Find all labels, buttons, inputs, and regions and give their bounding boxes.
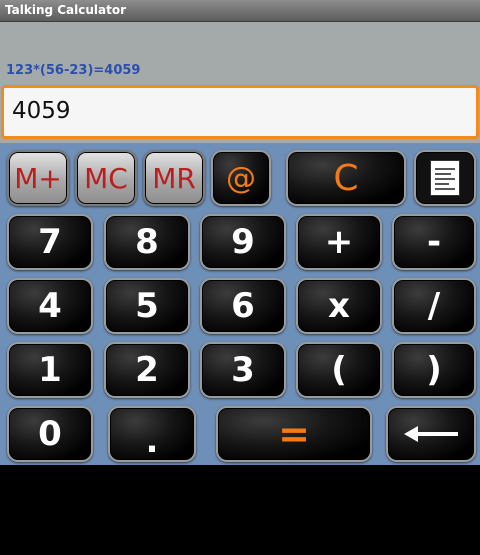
plus-button[interactable]: +	[296, 214, 382, 270]
digit-3-button[interactable]: 3	[200, 342, 286, 398]
digit-8-button[interactable]: 8	[104, 214, 190, 270]
divide-button[interactable]: /	[392, 278, 476, 334]
digit-4-button[interactable]: 4	[7, 278, 93, 334]
digit-6-button[interactable]: 6	[200, 278, 286, 334]
expression-text: 123*(56-23)=4059	[6, 63, 141, 78]
notepad-icon	[430, 160, 460, 196]
keypad: M+ MC MR @ C 7 8 9 + - 4 5 6 x / 1 2 3 (…	[0, 143, 480, 465]
close-paren-button[interactable]: )	[392, 342, 476, 398]
memory-add-button[interactable]: M+	[7, 150, 69, 206]
result-field[interactable]: 4059	[1, 85, 479, 139]
equals-button[interactable]: =	[216, 406, 372, 462]
clear-button[interactable]: C	[286, 150, 406, 206]
digit-0-button[interactable]: 0	[7, 406, 93, 462]
multiply-button[interactable]: x	[296, 278, 382, 334]
open-paren-button[interactable]: (	[296, 342, 382, 398]
digit-7-button[interactable]: 7	[7, 214, 93, 270]
history-button[interactable]	[414, 150, 476, 206]
digit-5-button[interactable]: 5	[104, 278, 190, 334]
minus-button[interactable]: -	[392, 214, 476, 270]
backspace-button[interactable]	[386, 406, 476, 462]
digit-1-button[interactable]: 1	[7, 342, 93, 398]
title-bar: Talking Calculator	[0, 0, 480, 22]
at-button[interactable]: @	[211, 150, 271, 206]
digit-9-button[interactable]: 9	[200, 214, 286, 270]
decimal-point-button[interactable]: .	[108, 406, 196, 462]
digit-2-button[interactable]: 2	[104, 342, 190, 398]
memory-recall-button[interactable]: MR	[143, 150, 205, 206]
backspace-arrow-icon	[404, 426, 458, 442]
memory-clear-button[interactable]: MC	[75, 150, 137, 206]
app-title: Talking Calculator	[5, 3, 127, 17]
display-area: 123*(56-23)=4059 4059	[0, 22, 480, 143]
